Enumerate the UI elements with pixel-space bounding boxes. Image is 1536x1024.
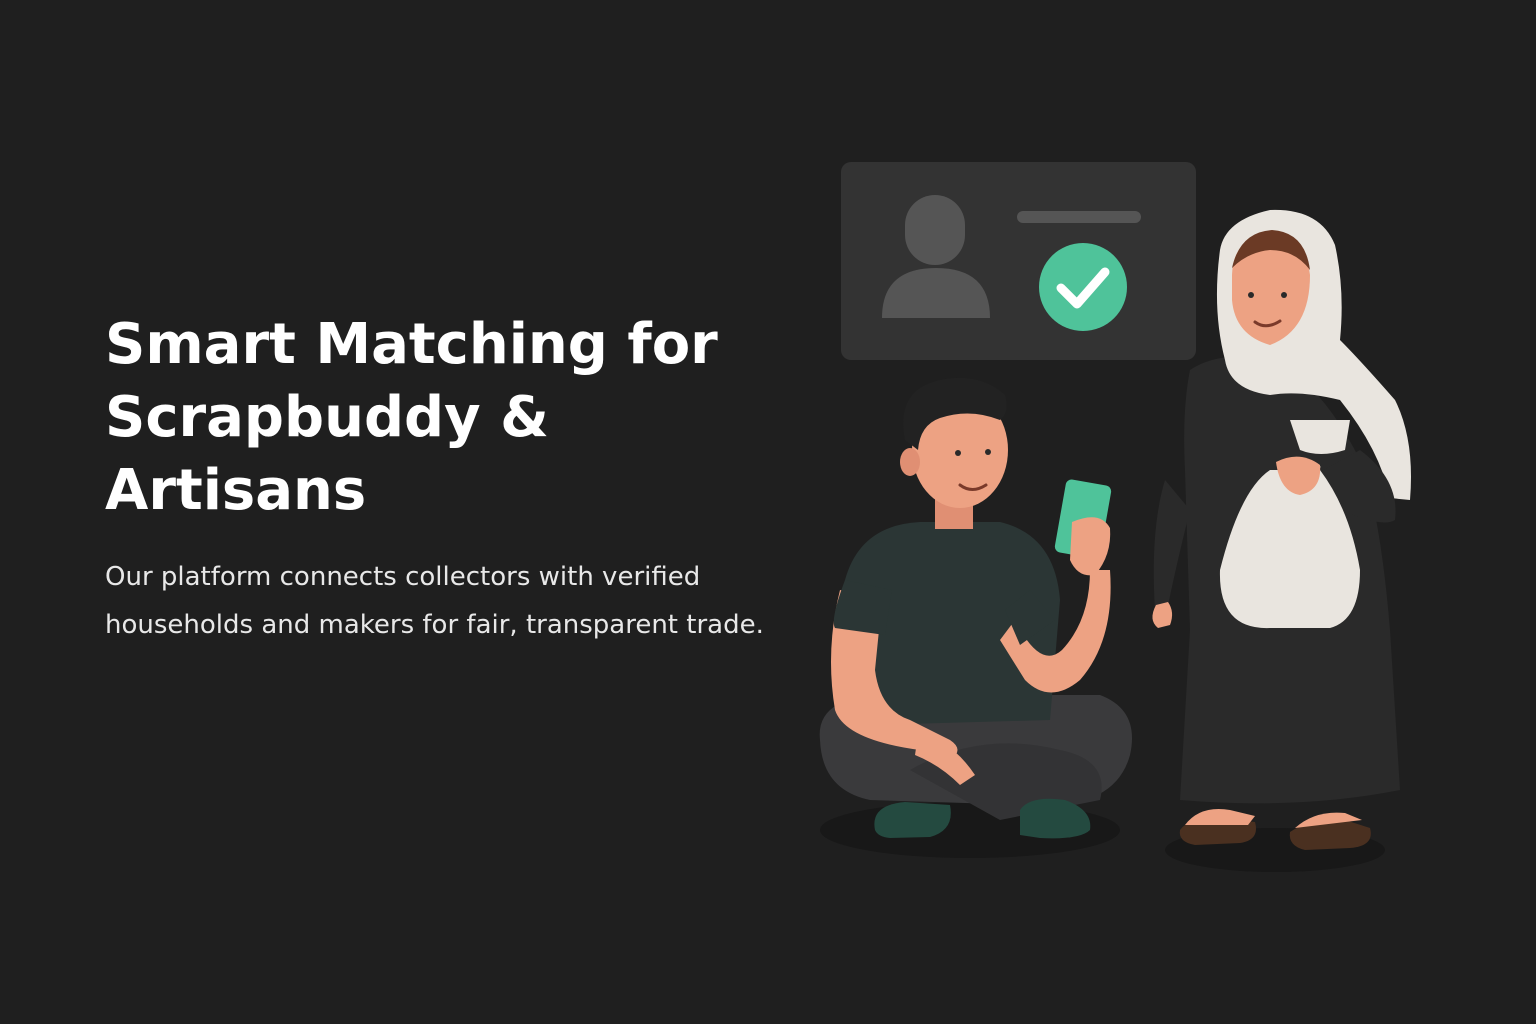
title-line-3: Artisans <box>105 458 367 523</box>
title-line-1: Smart Matching for <box>105 312 718 377</box>
title-line-2: Scrapbuddy & <box>105 385 549 450</box>
hero-description: Our platform connects collectors with ve… <box>105 562 764 640</box>
collector-figure <box>819 377 1132 839</box>
matching-illustration <box>800 150 1440 890</box>
profile-match-card <box>841 162 1196 360</box>
name-placeholder-bar <box>1017 211 1141 223</box>
illustration-svg <box>819 162 1411 872</box>
left-shoe <box>874 802 951 838</box>
check-icon <box>1039 243 1127 331</box>
right-shoe <box>1020 798 1091 839</box>
hero-text-block: Smart Matching for Scrapbuddy & Artisans… <box>105 308 785 649</box>
page-title: Smart Matching for Scrapbuddy & Artisans <box>105 308 785 527</box>
